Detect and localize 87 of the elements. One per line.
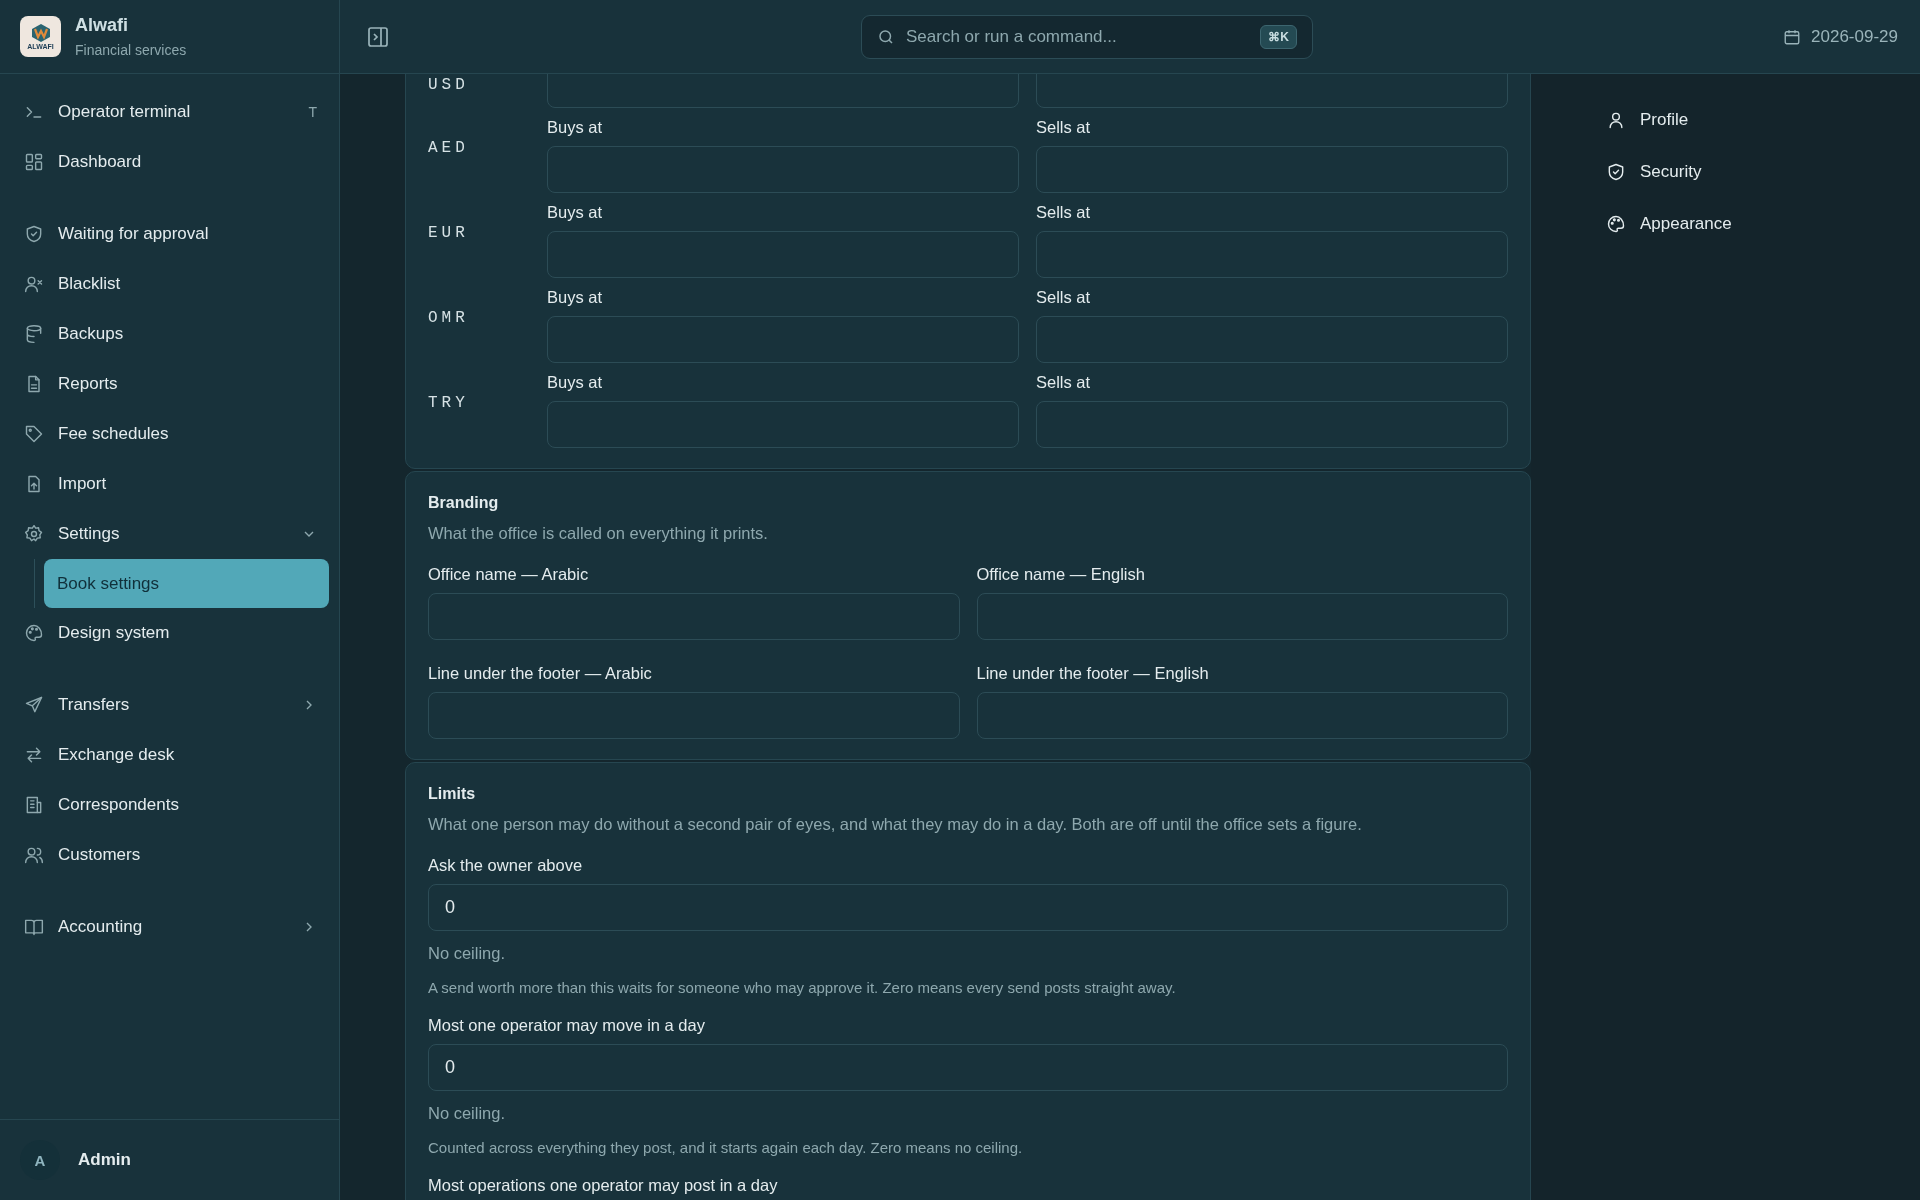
number-field[interactable]: 0: [428, 884, 1508, 931]
sidebar-item[interactable]: Accounting: [14, 902, 329, 952]
sidebar-item[interactable]: Reports: [14, 359, 329, 409]
shortcut-key: ⌘K: [1260, 25, 1297, 49]
currency-code: EUR: [428, 223, 470, 244]
sell-rate-field[interactable]: [1036, 146, 1508, 193]
buy-rate-field[interactable]: [547, 74, 1019, 108]
sidebar-item[interactable]: Waiting for approval: [14, 209, 329, 259]
field-label: Sells at: [1036, 373, 1092, 392]
user-x-icon: [24, 274, 44, 294]
sidebar-item[interactable]: Correspondents: [14, 780, 329, 830]
user-name[interactable]: Admin: [78, 1150, 131, 1170]
swap-icon: [24, 745, 44, 765]
field-label: Ask the owner above: [428, 856, 584, 875]
settings-nav-item[interactable]: Security: [1606, 146, 1920, 198]
calendar-icon: [1783, 27, 1802, 46]
buy-rate-field[interactable]: [547, 231, 1019, 278]
currency-code: OMR: [428, 308, 470, 329]
users-icon: [24, 845, 44, 865]
grid-icon: [24, 152, 44, 172]
settings-nav-item[interactable]: Appearance: [1606, 198, 1920, 250]
text-field[interactable]: [428, 593, 960, 640]
settings-nav-item[interactable]: Profile: [1606, 94, 1920, 146]
sell-rate-field[interactable]: [1036, 316, 1508, 363]
sidebar-item[interactable]: Blacklist: [14, 259, 329, 309]
tag-icon: [24, 424, 44, 444]
sell-rate-field[interactable]: [1036, 231, 1508, 278]
field-label: Buys at: [547, 203, 604, 222]
field-label: Most operations one operator may post in a day: [428, 1176, 779, 1195]
sidebar-item[interactable]: Transfers: [14, 680, 329, 730]
section-title: Branding: [428, 494, 500, 512]
field-label: Buys at: [547, 373, 604, 392]
sidebar-item[interactable]: Customers: [14, 830, 329, 880]
building-icon: [24, 795, 44, 815]
user-icon: [1606, 110, 1626, 130]
section-description: What one person may do without a second pair of eyes, and what they may do in a day. Both are off until the office sets a figure.: [428, 815, 1363, 834]
field-label: Sells at: [1036, 203, 1092, 222]
database-icon: [24, 324, 44, 344]
buy-rate-field[interactable]: [547, 401, 1019, 448]
sidebar-item[interactable]: Import: [14, 459, 329, 509]
field-help: Counted across everything they post, and it starts again each day. Zero means no ceiling.: [428, 1139, 1024, 1156]
sell-rate-field[interactable]: [1036, 401, 1508, 448]
currency-code: USD: [428, 75, 470, 94]
palette-icon: [24, 623, 44, 643]
buy-rate-field[interactable]: [547, 146, 1019, 193]
sidebar-item[interactable]: Settings: [14, 509, 329, 559]
sidebar-subitem[interactable]: Book settings: [44, 559, 329, 608]
sidebar-item[interactable]: Exchange desk: [14, 730, 329, 780]
search-icon: [877, 28, 895, 46]
field-label: Sells at: [1036, 288, 1092, 307]
field-label: Buys at: [547, 288, 604, 307]
field-label: Line under the footer — English: [976, 664, 1210, 683]
palette-icon: [1606, 214, 1626, 234]
buy-rate-field[interactable]: [547, 316, 1019, 363]
shield-icon: [24, 224, 44, 244]
text-field[interactable]: [976, 692, 1508, 739]
sidebar-toggle-icon[interactable]: [366, 24, 390, 49]
send-icon: [24, 695, 44, 715]
sidebar-item[interactable]: Backups: [14, 309, 329, 359]
brand-subtitle: Financial services: [75, 42, 187, 58]
text-field[interactable]: [976, 593, 1508, 640]
currency-code: TRY: [428, 393, 470, 414]
brand-name: Alwafi: [75, 15, 129, 36]
field-label: Office name — Arabic: [428, 565, 590, 584]
sidebar-item[interactable]: Dashboard: [14, 137, 329, 187]
number-field[interactable]: 0: [428, 1044, 1508, 1091]
field-help: A send worth more than this waits for someone who may approve it. Zero means every send posts straight away.: [428, 979, 1177, 996]
book-icon: [24, 917, 44, 937]
sidebar-item[interactable]: Fee schedules: [14, 409, 329, 459]
field-label: Most one operator may move in a day: [428, 1016, 706, 1035]
shield-icon: [1606, 162, 1626, 182]
section-title: Limits: [428, 785, 477, 803]
user-avatar[interactable]: A: [20, 1140, 60, 1180]
field-note: No ceiling.: [428, 944, 507, 963]
date-text: 2026-09-29: [1811, 26, 1898, 47]
currency-code: AED: [428, 138, 470, 159]
sidebar-item[interactable]: Design system: [14, 608, 329, 658]
gear-icon: [24, 524, 44, 544]
field-label: Buys at: [547, 118, 604, 137]
field-label: Office name — English: [976, 565, 1146, 584]
sell-rate-field[interactable]: [1036, 74, 1508, 108]
text-field[interactable]: [428, 692, 960, 739]
field-label: Line under the footer — Arabic: [428, 664, 653, 683]
field-note: No ceiling.: [428, 1104, 507, 1123]
section-description: What the office is called on everything it prints.: [428, 524, 769, 543]
sidebar-item[interactable]: Operator terminal T: [14, 87, 329, 137]
field-label: Sells at: [1036, 118, 1092, 137]
